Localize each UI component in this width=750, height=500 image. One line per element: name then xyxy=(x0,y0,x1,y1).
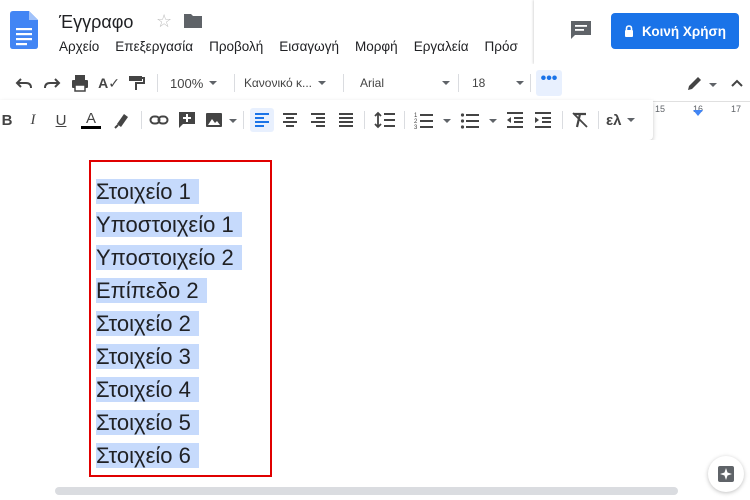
chevron-down-icon xyxy=(627,118,636,122)
print-icon[interactable] xyxy=(70,72,90,94)
link-icon[interactable] xyxy=(149,109,169,131)
menu-view[interactable]: Προβολή xyxy=(209,37,263,57)
lock-icon xyxy=(624,25,633,37)
explore-button[interactable] xyxy=(708,456,744,492)
docs-logo-icon[interactable] xyxy=(10,11,38,49)
align-left-icon[interactable] xyxy=(250,108,274,132)
docs-window: Έγγραφο ☆ Αρχείο Επεξεργασία Προβολή Εισ… xyxy=(0,0,750,500)
redo-icon[interactable] xyxy=(42,72,62,94)
toolbar-divider xyxy=(343,74,344,92)
comment-icon[interactable] xyxy=(570,20,592,40)
collapse-icon[interactable] xyxy=(729,72,745,94)
toolbar-divider xyxy=(364,111,365,129)
ruler-mark: 15 xyxy=(655,104,666,114)
svg-text:3: 3 xyxy=(414,125,418,131)
explore-icon xyxy=(718,466,734,482)
toolbar-divider xyxy=(562,111,563,129)
add-comment-icon[interactable] xyxy=(177,109,197,131)
star-icon[interactable]: ☆ xyxy=(156,10,172,32)
more-icon[interactable]: ••• xyxy=(536,70,562,96)
line-spacing-icon[interactable] xyxy=(374,109,396,131)
font-select[interactable]: Arial xyxy=(356,72,450,94)
align-right-icon[interactable] xyxy=(308,109,328,131)
header-actions: Κοινή Χρήση xyxy=(534,0,750,64)
text-color-icon[interactable]: A xyxy=(80,109,102,131)
align-center-icon[interactable] xyxy=(280,109,300,131)
toolbar-divider xyxy=(530,74,531,92)
chevron-down-icon xyxy=(209,81,218,85)
image-icon[interactable] xyxy=(204,109,224,131)
clear-formatting-icon[interactable] xyxy=(570,109,590,131)
highlight-icon[interactable] xyxy=(112,109,132,131)
toolbar-divider xyxy=(157,74,158,92)
chevron-down-icon xyxy=(442,81,450,85)
underline-icon[interactable]: U xyxy=(52,109,70,131)
chevron-down-icon[interactable] xyxy=(229,119,237,123)
share-button[interactable]: Κοινή Χρήση xyxy=(611,13,739,49)
header: Έγγραφο ☆ Αρχείο Επεξεργασία Προβολή Εισ… xyxy=(0,0,750,64)
zoom-value: 100% xyxy=(170,75,204,91)
highlight-frame xyxy=(89,160,272,477)
font-size-select[interactable]: 18 xyxy=(470,72,524,94)
share-button-label: Κοινή Χρήση xyxy=(641,23,727,39)
justify-icon[interactable] xyxy=(336,109,356,131)
chevron-down-icon xyxy=(516,81,524,85)
decrease-indent-icon[interactable] xyxy=(505,109,525,131)
folder-icon[interactable] xyxy=(183,12,203,30)
main-toolbar: A✓ 100% Κανονικό κ... Arial 18 xyxy=(0,64,750,102)
paint-format-icon[interactable] xyxy=(126,72,146,94)
menu-format[interactable]: Μορφή xyxy=(355,37,398,57)
paragraph-style-select[interactable]: Κανονικό κ... xyxy=(240,72,338,94)
font-value: Arial xyxy=(360,76,385,90)
chevron-down-icon[interactable] xyxy=(709,83,717,87)
zoom-select[interactable]: 100% xyxy=(166,72,228,94)
input-tools-button[interactable]: ελ xyxy=(606,109,646,131)
overflow-toolbar: B I U A 1 2 3 ελ xyxy=(0,100,653,140)
bold-icon[interactable]: B xyxy=(0,109,14,131)
menu-edit[interactable]: Επεξεργασία xyxy=(115,37,193,57)
ruler-mark: 17 xyxy=(731,104,742,114)
paragraph-style-value: Κανονικό κ... xyxy=(244,76,312,90)
menu-tools[interactable]: Εργαλεία xyxy=(414,37,469,57)
undo-icon[interactable] xyxy=(14,72,34,94)
bulleted-list-icon[interactable] xyxy=(460,109,480,131)
menu-insert[interactable]: Εισαγωγή xyxy=(279,37,339,57)
input-tools-label: ελ xyxy=(606,111,622,129)
numbered-list-icon[interactable]: 1 2 3 xyxy=(414,109,434,131)
menu-file[interactable]: Αρχείο xyxy=(59,37,99,57)
spellcheck-icon[interactable]: A✓ xyxy=(98,72,120,94)
edit-mode-icon[interactable] xyxy=(685,72,705,94)
chevron-down-icon xyxy=(318,81,326,85)
ruler-indent-marker[interactable] xyxy=(693,110,703,116)
toolbar-divider xyxy=(404,111,405,129)
toolbar-divider xyxy=(458,74,459,92)
toolbar-divider xyxy=(243,111,244,129)
toolbar-divider xyxy=(234,74,235,92)
document-title[interactable]: Έγγραφο xyxy=(59,11,133,33)
menu-bar: Αρχείο Επεξεργασία Προβολή Εισαγωγή Μορφ… xyxy=(59,37,534,57)
horizontal-scrollbar[interactable] xyxy=(55,487,678,495)
chevron-down-icon[interactable] xyxy=(489,119,497,123)
chevron-down-icon[interactable] xyxy=(443,119,451,123)
font-size-value: 18 xyxy=(472,76,486,90)
italic-icon[interactable]: I xyxy=(24,109,42,131)
toolbar-divider xyxy=(598,111,599,129)
toolbar-divider xyxy=(141,111,142,129)
increase-indent-icon[interactable] xyxy=(533,109,553,131)
menu-addons[interactable]: Πρόσ xyxy=(485,37,518,57)
